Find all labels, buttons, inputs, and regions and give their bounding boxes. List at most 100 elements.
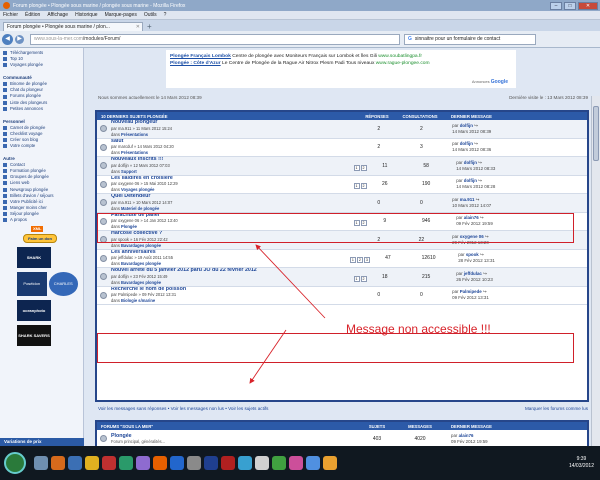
vertical-scrollbar[interactable] [591,96,600,446]
topic-forum-link[interactable]: Bavardages plongée [121,280,161,285]
ad-url-1[interactable]: www.soubatlingpa.fr [378,54,422,59]
topics-header: 10 derniers sujets plongée Réponses Cons… [97,112,587,120]
taskbar-app-icon[interactable] [85,456,99,470]
oceanphoto-banner[interactable]: oceanphoto [17,300,51,322]
topic-forum-link[interactable]: Présentations [121,132,148,137]
main-content: Plongée Français Lombok Centre de plongé… [84,48,600,446]
sidebar-item[interactable]: A propos [3,217,80,223]
page-link[interactable]: 1 [353,164,360,171]
topic-forum-link[interactable]: Biologie s/marine [121,298,155,303]
menu-outils[interactable]: Outils [144,12,157,18]
tab-close-icon[interactable]: ✕ [136,24,140,30]
taskbar-app-icon[interactable] [306,456,320,470]
taskbar-app-icon[interactable] [255,456,269,470]
shark-savers-banner[interactable]: SHARK SAVERS [17,325,51,347]
taskbar-app-icon[interactable] [187,456,201,470]
last-author-link[interactable]: spook [466,252,479,257]
taskbar-app-icon[interactable] [102,456,116,470]
close-button[interactable]: ✕ [578,1,598,10]
maximize-button[interactable]: □ [564,1,576,10]
scrollbar-thumb[interactable] [593,106,599,161]
topic-forum-link[interactable]: Bavardages plongée [121,243,161,248]
taskbar-app-icon[interactable] [68,456,82,470]
sidebar-item[interactable]: Votre compte [3,143,80,149]
topic-forum-link[interactable]: Voyages plongée [121,187,154,192]
menu-edition[interactable]: Édition [25,12,40,18]
bullet-icon [3,137,7,142]
bullet-icon [3,100,7,105]
topic-main: Les lialdires en croisière par oxygene 06… [111,176,350,193]
sidebar-item[interactable]: Petites annonces [3,106,80,112]
last-author-link[interactable]: dolfijn [460,123,473,128]
page-link[interactable]: 1 [349,257,356,263]
tab-forum[interactable]: Forum plongée • Plongée sous marine / pl… [3,22,143,31]
taskbar-app-icon[interactable] [136,456,150,470]
topic-forum-link[interactable]: Materiel de plongée [121,206,159,211]
variations-prix-bar[interactable]: Variations de prix [0,438,84,446]
topics-header-title: 10 derniers sujets plongée [101,113,168,119]
last-author-link[interactable]: dolfijn [464,178,477,183]
last-author-link[interactable]: dolfijn [464,160,477,165]
forums-header: Forums "Sous la mer" Sujets Messages Der… [97,422,587,430]
topic-status-icon [100,143,107,151]
charles-banner[interactable]: CHARLES [48,272,78,297]
start-button[interactable] [4,452,26,474]
annonces-google-label[interactable]: Annonces Google [472,79,508,85]
mark-read-link[interactable]: Marquer les forums comme lus [525,406,588,411]
forward-button[interactable]: ▶ [15,34,24,44]
topic-forum-link[interactable]: Présentations [121,150,148,155]
url-bar[interactable]: www.sous-la-mer.com /modules/Forum/ [30,33,400,45]
taskbar-app-icon[interactable] [323,456,337,470]
bullet-icon [3,218,7,223]
topic-last-date: 09 Fév 2012 13:31 [452,295,489,301]
ad-url-2[interactable]: www.rague-plongee.com [376,61,430,66]
page-link[interactable]: 1 [353,275,360,282]
taskbar-app-icon[interactable] [119,456,133,470]
taskbar-app-icon[interactable] [34,456,48,470]
minimize-button[interactable]: – [550,1,562,10]
back-button[interactable]: ◀ [2,33,13,45]
last-author-link[interactable]: dolfijn [460,141,473,146]
page-link[interactable]: 1 [353,183,360,189]
search-input[interactable]: G sinnaitre pour un formulaire de contac… [404,33,536,45]
menu-marque-pages[interactable]: Marque-pages [105,12,137,18]
sidebar-item[interactable]: Voyages plongée [3,62,80,68]
new-tab-button[interactable]: + [147,22,152,31]
view-links[interactable]: Voir les messages sans réponses • Voir l… [98,406,268,411]
menu-help[interactable]: ? [164,12,167,18]
taskbar-app-icon[interactable] [238,456,252,470]
page-link[interactable]: 2 [360,164,367,171]
paypal-donate-button[interactable]: Faim un don [23,234,57,244]
xml-rss-badge[interactable]: XML [31,226,44,233]
last-author-link[interactable]: Palmipede [460,289,482,294]
taskbar-app-icon[interactable] [153,456,167,470]
taskbar-app-icon[interactable] [289,456,303,470]
page-link[interactable]: 2 [360,275,367,282]
topic-row: Les anniversaires par jeffdulac » 19 Août… [97,250,587,268]
last-author-link[interactable]: jeffdulac [464,271,482,276]
page-link[interactable]: 3 [363,257,370,263]
page-link[interactable]: 2 [356,257,363,263]
sidebar-autre-list: Contact Formation plongée Groupes de plong… [3,162,80,223]
window-titlebar[interactable]: Forum plongée • Plongée sous marine / pl… [0,0,600,11]
last-author-link[interactable]: alain76 [459,433,474,438]
poseidon-banner[interactable]: Poséidon [17,272,47,297]
topic-forum-link[interactable]: Support [121,169,137,174]
ad-link-lombok[interactable]: Plongée Français Lombok [170,54,231,59]
shark-banner[interactable]: SHARK [17,247,51,269]
ad-link-cote-azur[interactable]: Plongée : Côte d'Azur [170,61,221,66]
taskbar-app-icon[interactable] [272,456,286,470]
page-link[interactable]: 2 [360,183,367,189]
topic-replies: 0 [377,199,381,206]
taskbar-app-icon[interactable] [51,456,65,470]
menu-fichier[interactable]: Fichier [3,12,18,18]
taskbar-app-icon[interactable] [221,456,235,470]
taskbar-app-icon[interactable] [170,456,184,470]
taskbar-app-icon[interactable] [204,456,218,470]
menu-historique[interactable]: Historique [75,12,98,18]
topic-forum-link[interactable]: Bavardages plongée [121,261,161,266]
menu-affichage[interactable]: Affichage [47,12,68,18]
system-clock[interactable]: 9:39 14/03/2012 [569,456,594,470]
topics-header-replies: Réponses [365,113,389,119]
last-author-link[interactable]: ma.911 [460,197,475,202]
